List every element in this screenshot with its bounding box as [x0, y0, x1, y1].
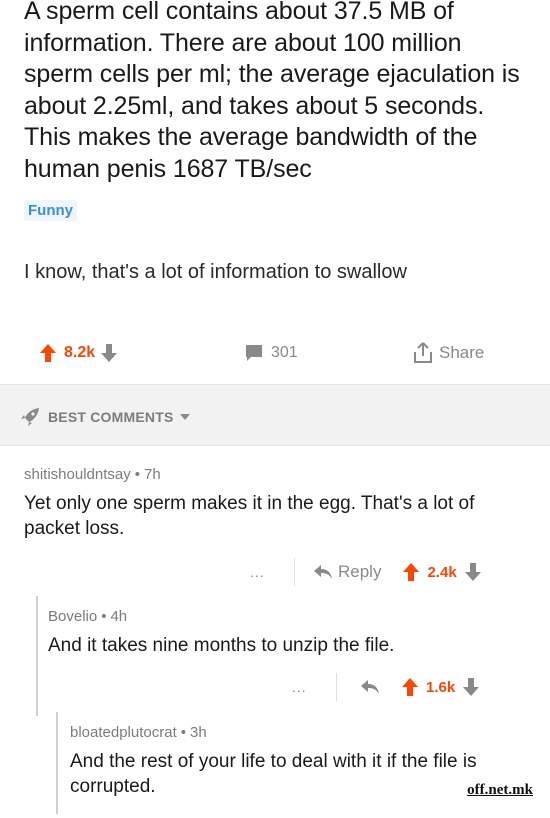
reply-button[interactable]: Reply	[313, 562, 381, 582]
comment-meta: shitishouldntsay • 7h	[24, 466, 534, 483]
comment-count: 301	[271, 344, 298, 361]
comment-score: 2.4k	[427, 563, 457, 581]
comment-age: 7h	[144, 466, 161, 483]
comment-meta: bloatedplutocrat • 3h	[70, 724, 536, 741]
watermark: off.net.mk	[464, 782, 536, 799]
comment-age: 3h	[190, 724, 207, 741]
post-score: 8.2k	[64, 344, 96, 361]
post-body: I know, that's a lot of information to s…	[24, 261, 407, 283]
comment: shitishouldntsay • 7h Yet only one sperm m…	[24, 466, 534, 541]
downvote-icon[interactable]	[101, 344, 118, 362]
post-title[interactable]: A sperm cell contains about 37.5 MB of i…	[24, 0, 526, 185]
divider	[336, 673, 337, 701]
reply-button[interactable]	[355, 679, 380, 695]
comment-author[interactable]: bloatedplutocrat	[70, 724, 177, 741]
downvote-icon[interactable]	[464, 563, 481, 581]
share-label: Share	[439, 343, 485, 362]
upvote-icon[interactable]	[402, 678, 418, 696]
comment-sort-bar[interactable]: BEST COMMENTS	[0, 384, 550, 446]
more-options-button[interactable]: ...	[250, 564, 294, 580]
comment-actions: ... Reply 2.4k	[250, 558, 481, 586]
meta-separator: •	[134, 466, 140, 483]
upvote-icon[interactable]	[403, 563, 420, 581]
comments-button[interactable]: 301	[245, 344, 298, 362]
comment-age: 4h	[110, 608, 128, 625]
comment-text: Yet only one sperm makes it in the egg. …	[24, 493, 475, 539]
meta-separator: •	[101, 608, 107, 625]
post: A sperm cell contains about 37.5 MB of i…	[0, 0, 550, 285]
reply-icon	[313, 564, 333, 580]
comment-author[interactable]: Bovelio	[48, 608, 97, 625]
comment-actions: ... 1.6k	[292, 673, 480, 701]
comment-text: And it takes nine months to unzip the fi…	[48, 635, 395, 656]
more-options-button[interactable]: ...	[292, 679, 336, 695]
upvote-icon[interactable]	[40, 344, 56, 362]
comment-meta: Bovelio • 4h	[48, 608, 536, 625]
divider	[294, 558, 295, 586]
share-icon	[413, 342, 433, 364]
post-flair[interactable]: Funny	[24, 200, 77, 221]
share-button[interactable]: Share	[413, 342, 484, 364]
post-action-bar: 8.2k 301 Share	[0, 336, 550, 376]
reply-icon	[360, 679, 380, 695]
meta-separator: •	[180, 724, 187, 741]
comment-author[interactable]: shitishouldntsay	[24, 466, 131, 483]
downvote-icon[interactable]	[463, 678, 480, 696]
reply-label: Reply	[338, 562, 382, 581]
sort-label: BEST COMMENTS	[48, 409, 174, 425]
post-vote-group: 8.2k	[40, 344, 118, 362]
rocket-icon	[20, 407, 40, 427]
comment-score: 1.6k	[426, 678, 456, 696]
chevron-down-icon	[179, 414, 190, 420]
comment-icon	[245, 344, 263, 362]
